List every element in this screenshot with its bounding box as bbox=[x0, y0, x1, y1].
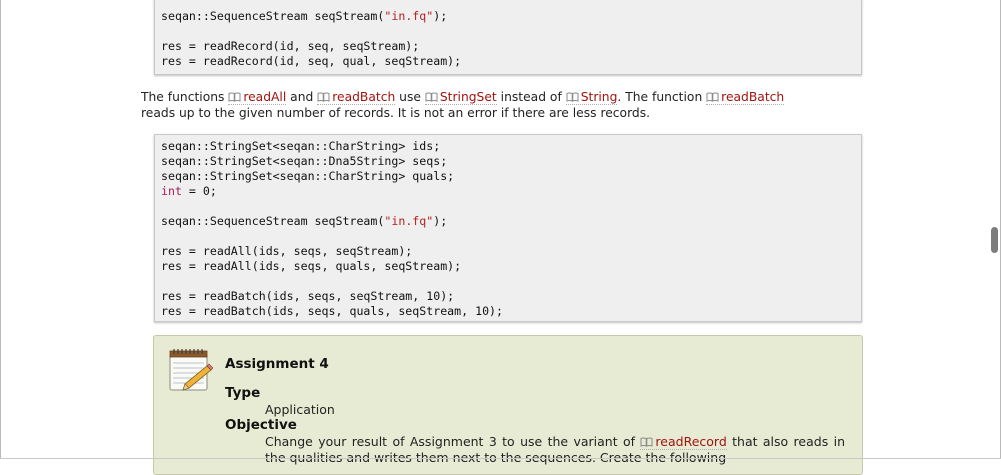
link-readAll[interactable]: readAll bbox=[228, 90, 287, 105]
code-block-1: seqan::SequenceStream seqStream("in.fq")… bbox=[154, 0, 862, 75]
link-label: readRecord bbox=[655, 434, 727, 449]
code-line: seqan::StringSet<seqan::Dna5String> seqs… bbox=[161, 154, 861, 169]
prose-text: and bbox=[286, 90, 318, 104]
notepad-icon bbox=[169, 349, 213, 391]
link-String[interactable]: String bbox=[565, 90, 618, 105]
book-icon bbox=[706, 92, 719, 102]
code-line: res = readAll(ids, seqs, seqStream); bbox=[161, 244, 861, 259]
string-literal: "in.fq" bbox=[384, 214, 434, 228]
objective-heading: Objective bbox=[225, 417, 297, 433]
link-label: readBatch bbox=[332, 90, 396, 104]
prose-text: The functions bbox=[141, 90, 229, 104]
link-label: String bbox=[580, 90, 618, 104]
code-text: res = readAll(ids, seqs, seqStream); bbox=[161, 244, 413, 258]
assignment-box: Assignment 4 Type Application Objective … bbox=[153, 335, 863, 475]
link-readBatch-2[interactable]: readBatch bbox=[706, 90, 785, 105]
code-text: seqan::SequenceStream seqStream( bbox=[161, 9, 385, 23]
prose-text: instead of bbox=[496, 90, 566, 104]
code-text: seqan::SequenceStream seqStream( bbox=[161, 214, 385, 228]
code-text: res = readAll(ids, seqs, quals, seqStrea… bbox=[161, 259, 462, 273]
link-label: StringSet bbox=[439, 90, 497, 104]
code-text: = 0; bbox=[181, 184, 217, 198]
link-label: readBatch bbox=[721, 90, 785, 104]
prose-text: reads up to the given number of records.… bbox=[141, 106, 651, 120]
type-value: Application bbox=[265, 402, 335, 417]
code-text: seqan::StringSet<seqan::CharString> ids; bbox=[161, 139, 441, 153]
link-label: readAll bbox=[243, 90, 287, 104]
code-block-2: seqan::StringSet<seqan::CharString> ids;… bbox=[154, 134, 862, 322]
prose-text: use bbox=[395, 90, 425, 104]
prose-text: . The function bbox=[617, 90, 707, 104]
book-icon bbox=[425, 92, 438, 102]
code-text: ); bbox=[433, 9, 448, 23]
string-literal: "in.fq" bbox=[384, 9, 434, 23]
code-line: res = readRecord(id, seq, seqStream); bbox=[161, 39, 861, 54]
assignment-title: Assignment 4 bbox=[225, 356, 329, 372]
objective-pre: Change your result of Assignment 3 to us… bbox=[265, 434, 641, 449]
code-text: res = readBatch(ids, seqs, seqStream, 10… bbox=[161, 289, 455, 303]
keyword: int bbox=[161, 184, 182, 198]
code-line: seqan::StringSet<seqan::CharString> qual… bbox=[161, 169, 861, 184]
window-edge-left bbox=[0, 0, 1, 459]
type-heading: Type bbox=[225, 385, 261, 401]
book-icon bbox=[228, 92, 241, 102]
scrollbar-thumb[interactable] bbox=[991, 227, 998, 253]
link-StringSet[interactable]: StringSet bbox=[424, 90, 497, 105]
code-line: res = readBatch(ids, seqs, quals, seqStr… bbox=[161, 304, 861, 319]
book-icon bbox=[566, 92, 579, 102]
description-paragraph: The functions readAll and readBatch use … bbox=[141, 89, 856, 121]
code-text: res = readBatch(ids, seqs, quals, seqStr… bbox=[161, 304, 504, 318]
code-text: res = readRecord(id, seq, qual, seqStrea… bbox=[161, 54, 462, 68]
code-line: seqan::SequenceStream seqStream("in.fq")… bbox=[161, 9, 861, 24]
code-line: seqan::SequenceStream seqStream("in.fq")… bbox=[161, 214, 861, 229]
code-text: seqan::StringSet<seqan::CharString> qual… bbox=[161, 169, 455, 183]
code-text: seqan::StringSet<seqan::Dna5String> seqs… bbox=[161, 154, 448, 168]
code-line: int = 0; bbox=[161, 184, 861, 199]
code-line: res = readRecord(id, seq, qual, seqStrea… bbox=[161, 54, 861, 69]
link-readBatch[interactable]: readBatch bbox=[317, 90, 396, 105]
code-line: res = readAll(ids, seqs, quals, seqStrea… bbox=[161, 259, 861, 274]
objective-text: Change your result of Assignment 3 to us… bbox=[265, 434, 845, 465]
link-readRecord[interactable]: readRecord bbox=[640, 434, 727, 450]
code-text: res = readRecord(id, seq, seqStream); bbox=[161, 39, 420, 53]
code-line: res = readBatch(ids, seqs, seqStream, 10… bbox=[161, 289, 861, 304]
book-icon bbox=[640, 437, 653, 447]
code-text: ); bbox=[433, 214, 448, 228]
book-icon bbox=[317, 92, 330, 102]
code-line: seqan::StringSet<seqan::CharString> ids; bbox=[161, 139, 861, 154]
